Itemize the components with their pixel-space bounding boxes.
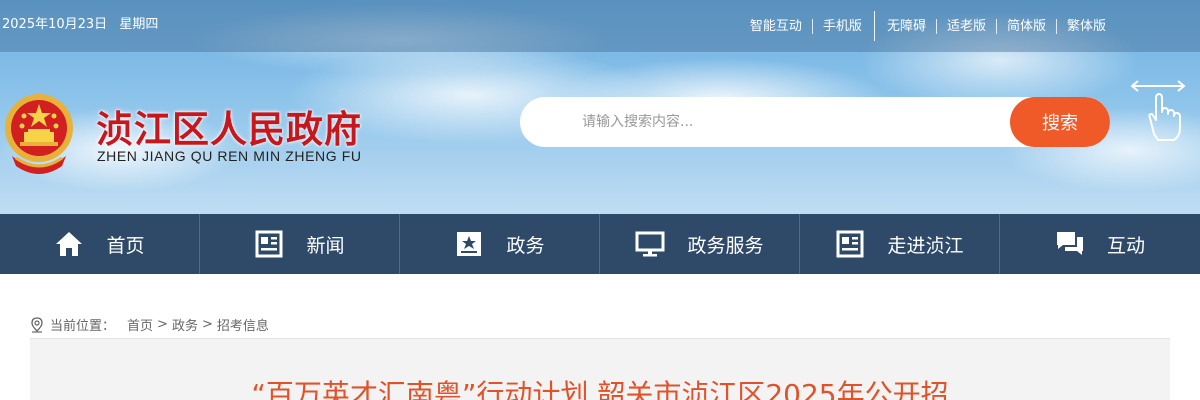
news-icon [255, 230, 283, 258]
search-bar: 搜索 [520, 97, 1110, 147]
article-container: “百万英才汇南粤”行动计划 韶关市浈江区2025年公开招 [30, 338, 1170, 400]
top-bar: 2025年10月23日 星期四 智能互动 手机版 无障碍 适老版 简体版 繁体版 [0, 0, 1200, 52]
link-simplified-chinese[interactable]: 简体版 [995, 18, 1056, 34]
nav-item-about-zhenjiang[interactable]: 走进浈江 [800, 214, 1000, 274]
top-links: 智能互动 手机版 无障碍 适老版 简体版 繁体版 [740, 11, 1116, 41]
link-mobile-version[interactable]: 手机版 [811, 18, 872, 34]
nav-item-label: 政务服务 [687, 234, 764, 257]
main-nav: 首页 新闻 政务 政务服务 走进浈江 互动 [0, 214, 1200, 274]
nav-item-label: 互动 [1106, 234, 1145, 257]
nav-item-news[interactable]: 新闻 [200, 214, 400, 274]
breadcrumb-separator: > [157, 317, 168, 332]
link-smart-interaction[interactable]: 智能互动 [740, 19, 812, 34]
monitor-icon [635, 231, 665, 257]
search-input[interactable] [520, 97, 1010, 147]
home-icon [56, 232, 83, 256]
link-accessibility[interactable]: 无障碍 [877, 19, 936, 34]
government-affairs-icon [457, 232, 482, 256]
date-text: 2025年10月23日 [2, 17, 108, 32]
breadcrumb: 当前位置： 首页 > 政务 > 招考信息 [30, 315, 269, 334]
nav-item-label: 政务 [506, 234, 545, 257]
chat-icon [1056, 232, 1083, 255]
article-title: “百万英才汇南粤”行动计划 韶关市浈江区2025年公开招 [251, 378, 949, 400]
weekday-text: 星期四 [119, 17, 159, 32]
search-button[interactable]: 搜索 [1010, 97, 1110, 147]
nav-item-label: 新闻 [306, 234, 345, 257]
breadcrumb-separator: > [201, 317, 213, 332]
nav-item-government-affairs[interactable]: 政务 [400, 214, 600, 274]
nav-item-label: 首页 [106, 234, 145, 257]
breadcrumb-link-home[interactable]: 首页 [127, 315, 153, 334]
nav-item-interaction[interactable]: 互动 [1000, 214, 1200, 274]
site-title: 浈江区人民政府 [96, 107, 362, 151]
nav-item-home[interactable]: 首页 [0, 214, 200, 274]
article-icon [836, 230, 864, 258]
link-elderly-version[interactable]: 适老版 [935, 18, 996, 34]
header-banner: 2025年10月23日 星期四 智能互动 手机版 无障碍 适老版 简体版 繁体版… [0, 0, 1200, 214]
swipe-hand-icon[interactable] [1128, 78, 1188, 144]
breadcrumb-link-government-affairs[interactable]: 政务 [172, 315, 198, 334]
nav-item-label: 走进浈江 [887, 234, 964, 257]
divider [873, 11, 875, 41]
current-date: 2025年10月23日 星期四 [2, 13, 166, 32]
national-emblem-icon [5, 94, 73, 174]
link-traditional-chinese[interactable]: 繁体版 [1055, 18, 1116, 34]
breadcrumb-link-recruitment[interactable]: 招考信息 [217, 315, 269, 334]
nav-item-government-services[interactable]: 政务服务 [600, 214, 800, 274]
breadcrumb-label: 当前位置： [50, 319, 116, 334]
location-icon [31, 316, 43, 333]
site-subtitle: ZHEN JIANG QU REN MIN ZHENG FU [97, 148, 362, 164]
